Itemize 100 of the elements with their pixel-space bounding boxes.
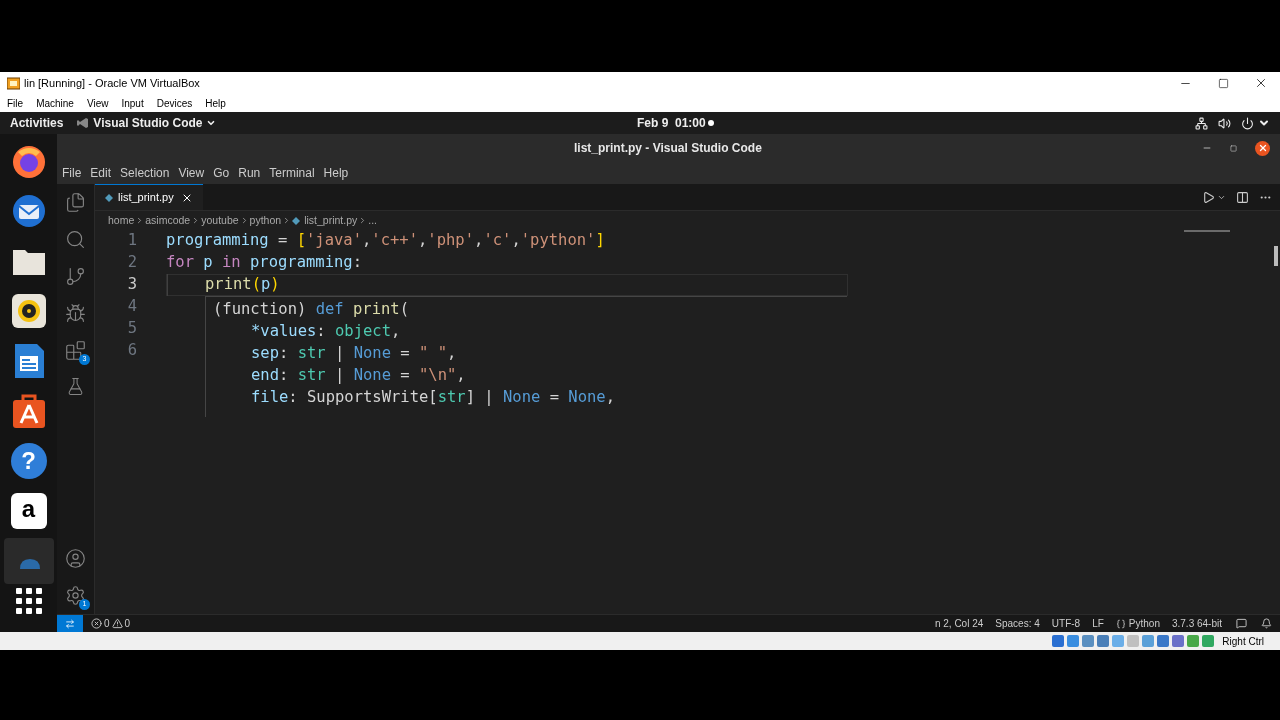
- interpreter[interactable]: 3.7.3 64-bit: [1171, 616, 1222, 631]
- branch-icon[interactable]: [65, 266, 86, 287]
- menu-item[interactable]: Terminal: [269, 164, 315, 182]
- code-token: ,: [391, 321, 401, 343]
- code-token: programming: [249, 253, 353, 272]
- code-token: " ": [419, 343, 447, 365]
- code-token: [: [296, 231, 306, 250]
- code-token: ,: [456, 365, 466, 387]
- code-token: ,: [511, 231, 521, 250]
- problems-button[interactable]: 0 0: [91, 616, 131, 631]
- remote-button[interactable]: [57, 614, 83, 633]
- store-icon[interactable]: a: [10, 493, 47, 529]
- account-icon[interactable]: [65, 548, 86, 569]
- code-token: ]: [595, 231, 605, 250]
- code-token: =: [277, 231, 289, 250]
- menu-item[interactable]: Edit: [90, 164, 112, 182]
- warning-count: 0: [124, 617, 131, 631]
- apps-grid-icon[interactable]: [15, 588, 42, 614]
- menu-item[interactable]: Help: [205, 95, 226, 111]
- code-token: ] |: [465, 387, 495, 409]
- code-token: None: [353, 365, 391, 387]
- code-token: "\n": [419, 365, 457, 387]
- restore-icon[interactable]: [1230, 144, 1237, 152]
- encoding[interactable]: UTF-8: [1051, 616, 1081, 631]
- clock[interactable]: Feb 9 01:00: [637, 114, 714, 132]
- speaker-icon[interactable]: [9, 292, 48, 330]
- line-number: 4: [126, 296, 137, 318]
- help-icon[interactable]: ?: [10, 443, 47, 479]
- code-token: object: [335, 321, 391, 343]
- power-icon[interactable]: [1241, 116, 1254, 130]
- code-token: |: [334, 343, 346, 365]
- code-token: ,: [605, 387, 615, 409]
- menu-item[interactable]: Help: [323, 164, 349, 182]
- menu-item[interactable]: Input: [121, 95, 144, 111]
- breadcrumb-item[interactable]: ...: [368, 212, 377, 229]
- menu-item[interactable]: Selection: [120, 164, 170, 182]
- menu-item[interactable]: File: [62, 164, 82, 182]
- code-token: |: [334, 365, 346, 387]
- close-icon[interactable]: [1254, 76, 1268, 90]
- menu-item[interactable]: Go: [213, 164, 230, 182]
- warning-icon: [111, 618, 123, 629]
- explorer-icon[interactable]: [65, 192, 86, 213]
- breadcrumb-item[interactable]: python: [249, 212, 282, 229]
- editor-tab[interactable]: list_print.py: [95, 184, 203, 210]
- breadcrumb-item[interactable]: youtube: [201, 212, 239, 229]
- code-token: str: [297, 365, 326, 387]
- volume-icon[interactable]: [1218, 116, 1231, 130]
- search-icon[interactable]: [65, 229, 86, 250]
- code-token: 'java': [306, 231, 362, 250]
- code-token: end: [251, 365, 279, 387]
- code-token: file: [251, 387, 289, 409]
- network-icon[interactable]: [1195, 116, 1208, 130]
- code-token: 'python': [520, 231, 596, 250]
- menu-item[interactable]: Machine: [36, 95, 74, 111]
- indentation[interactable]: Spaces: 4: [995, 616, 1040, 631]
- app-menu[interactable]: Visual Studio Code: [77, 114, 217, 132]
- line-number: 3: [126, 274, 137, 296]
- breadcrumb-item[interactable]: list_print.py: [304, 212, 358, 229]
- python-file-icon: [105, 193, 113, 202]
- bell-icon[interactable]: [1261, 618, 1272, 629]
- cursor-position[interactable]: n 2, Col 24: [934, 616, 984, 631]
- feedback-icon[interactable]: [1236, 618, 1247, 629]
- close-icon: [1257, 143, 1268, 153]
- activities-button[interactable]: Activities: [0, 114, 64, 132]
- breadcrumb-item[interactable]: home: [108, 212, 135, 229]
- run-icon[interactable]: [1202, 190, 1215, 204]
- menu-item[interactable]: Devices: [156, 95, 193, 111]
- line-ending[interactable]: LF: [1092, 616, 1104, 631]
- extensions-icon[interactable]: [65, 340, 86, 361]
- caret-icon: [206, 118, 217, 128]
- menu-item[interactable]: Run: [238, 164, 261, 182]
- split-editor-icon[interactable]: [1236, 190, 1249, 204]
- code-token: =: [399, 365, 411, 387]
- code-token: programming: [166, 231, 269, 250]
- app-icon: [7, 76, 20, 90]
- code-token: ): [270, 275, 280, 294]
- code-token: =: [399, 343, 411, 365]
- line-number: 6: [126, 340, 137, 362]
- code-token: ,: [418, 231, 428, 250]
- code-token: sep: [251, 343, 279, 365]
- flask-icon[interactable]: [66, 377, 85, 396]
- code-token: : SupportsWrite[: [288, 387, 438, 409]
- code-token: :: [316, 321, 327, 343]
- bug-icon[interactable]: [65, 303, 86, 324]
- code-token: for: [166, 253, 194, 272]
- code-token: (: [251, 275, 261, 294]
- close-button[interactable]: [1255, 140, 1270, 156]
- menu-item[interactable]: File: [7, 95, 24, 111]
- code-token: print: [205, 275, 252, 294]
- menu-item[interactable]: View: [86, 95, 109, 111]
- menu-item[interactable]: View: [178, 164, 205, 182]
- breadcrumb-item[interactable]: asimcode: [145, 212, 191, 229]
- code-token: p: [202, 253, 214, 272]
- code-token: :: [279, 365, 290, 387]
- line-number: 1: [126, 230, 137, 252]
- maximize-icon[interactable]: [1217, 77, 1229, 89]
- code-token: def: [315, 299, 344, 321]
- language-mode[interactable]: Python: [1115, 616, 1160, 631]
- settings-icon[interactable]: [65, 585, 86, 606]
- code-token: ,: [474, 231, 484, 250]
